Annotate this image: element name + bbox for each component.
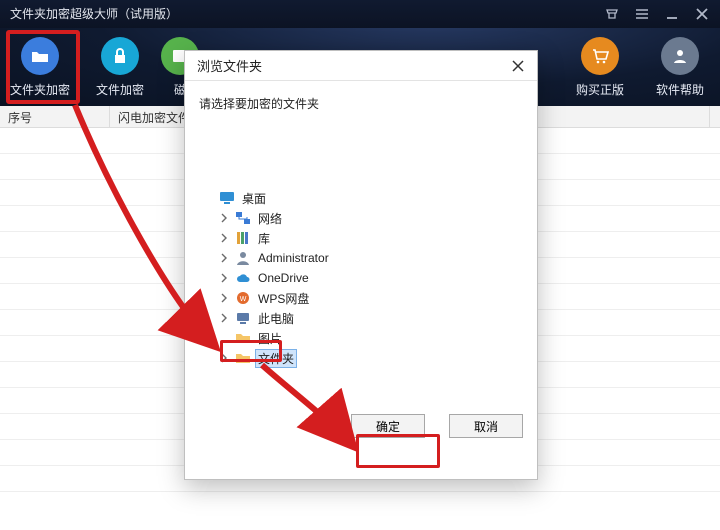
expander-icon[interactable] (217, 291, 231, 305)
toolbar-item-label: 购买正版 (576, 81, 624, 98)
tree-node[interactable]: OneDrive (199, 268, 523, 288)
dialog-instruction: 请选择要加密的文件夹 (185, 81, 537, 118)
computer-icon (235, 310, 251, 326)
tree-node-label: OneDrive (255, 270, 312, 286)
ok-button[interactable]: 确定 (351, 414, 425, 438)
toolbar-item-label: 文件加密 (96, 81, 144, 98)
monitor-icon (219, 190, 235, 206)
tree-node[interactable]: 库 (199, 228, 523, 248)
user-icon (661, 37, 699, 75)
list-col-index: 序号 (0, 106, 110, 127)
expander-icon[interactable] (201, 191, 215, 205)
browse-folder-dialog: 浏览文件夹 请选择要加密的文件夹 桌面网络库 Administrator OneDr… (184, 50, 538, 480)
wps-icon: W (235, 290, 251, 306)
titlebar-right (604, 6, 720, 22)
tree-node-label: 桌面 (239, 189, 269, 208)
expander-icon[interactable] (217, 351, 231, 365)
toolbar-item-label: 软件帮助 (656, 81, 704, 98)
dialog-buttons: 确定 取消 (351, 414, 523, 438)
expander-icon[interactable] (217, 311, 231, 325)
expander-icon[interactable] (217, 231, 231, 245)
tree-node-label: Administrator (255, 250, 332, 266)
tree-node[interactable]: 桌面 (199, 188, 523, 208)
network-icon (235, 210, 251, 226)
svg-text:W: W (240, 296, 247, 303)
tree-node-label: 网络 (255, 209, 285, 228)
app-root: 文件夹加密超级大师（试用版） 文件夹加密 (0, 0, 720, 530)
dialog-close-button[interactable] (507, 55, 529, 77)
dialog-titlebar: 浏览文件夹 (185, 51, 537, 81)
tree-node-label: 图片 (255, 329, 285, 348)
cart-icon (581, 37, 619, 75)
toolbar-item-label: 文件夹加密 (10, 81, 70, 98)
tree-node-label: 文件夹 (255, 349, 297, 368)
folder-icon (235, 350, 251, 366)
tree-node[interactable]: 网络 (199, 208, 523, 228)
toolbar-item-file-encrypt[interactable]: 文件加密 (80, 28, 160, 106)
tree-node-label: WPS网盘 (255, 289, 312, 308)
expander-icon[interactable] (217, 211, 231, 225)
toolbar-item-folder-encrypt[interactable]: 文件夹加密 (0, 28, 80, 106)
cancel-button[interactable]: 取消 (449, 414, 523, 438)
theme-icon[interactable] (604, 6, 620, 22)
tree-node[interactable]: Administrator (199, 248, 523, 268)
titlebar: 文件夹加密超级大师（试用版） (0, 0, 720, 28)
tree-node[interactable]: 此电脑 (199, 308, 523, 328)
tree-node[interactable]: W WPS网盘 (199, 288, 523, 308)
folder-icon (21, 37, 59, 75)
expander-icon[interactable] (217, 271, 231, 285)
folder-icon (235, 330, 251, 346)
close-icon[interactable] (694, 6, 710, 22)
user-icon (235, 250, 251, 266)
tree-node[interactable]: 图片 (199, 328, 523, 348)
toolbar-item-buy[interactable]: 购买正版 (560, 28, 640, 106)
toolbar-item-help[interactable]: 软件帮助 (640, 28, 720, 106)
tree-node[interactable]: 文件夹 (199, 348, 523, 368)
dialog-title: 浏览文件夹 (197, 56, 262, 75)
cloud-icon (235, 270, 251, 286)
lock-icon (101, 37, 139, 75)
menu-icon[interactable] (634, 6, 650, 22)
dialog-tree[interactable]: 桌面网络库 Administrator OneDrive W WPS网盘此电脑图片文件夹 (199, 188, 523, 388)
tree-node-label: 此电脑 (255, 309, 297, 328)
minimize-icon[interactable] (664, 6, 680, 22)
expander-icon[interactable] (217, 251, 231, 265)
tree-node-label: 库 (255, 229, 273, 248)
expander-icon[interactable] (217, 331, 231, 345)
app-title: 文件夹加密超级大师（试用版） (10, 0, 178, 28)
library-icon (235, 230, 251, 246)
